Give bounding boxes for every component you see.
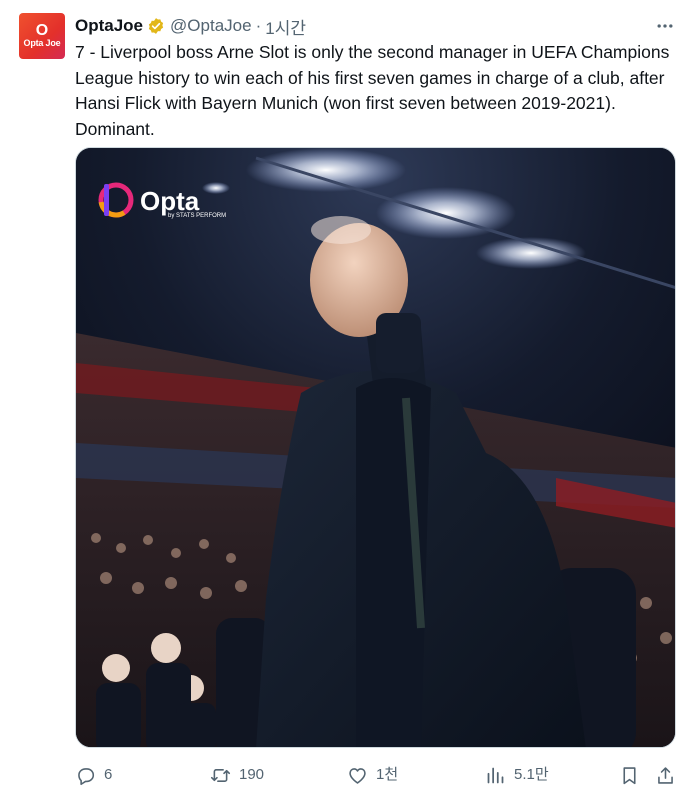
reply-button[interactable]: 6 — [75, 762, 112, 788]
opta-logo-text: Opta — [140, 186, 200, 216]
tweet-actions: 6 190 1천 5.1만 — [75, 762, 685, 788]
share-icon — [658, 766, 673, 784]
tweet-card[interactable]: O Opta Joe OptaJoe @OptaJoe · 1시간 7 - Li… — [0, 0, 696, 800]
bookmark-icon — [623, 766, 636, 784]
views-count: 5.1만 — [514, 766, 549, 783]
display-name[interactable]: OptaJoe — [75, 16, 143, 36]
share-button[interactable] — [655, 762, 684, 788]
views-button[interactable]: 5.1만 — [485, 762, 549, 788]
avatar-logo-letter: O — [35, 21, 49, 39]
views-chart-icon — [487, 767, 504, 783]
timestamp[interactable]: 1시간 — [265, 14, 306, 39]
avatar[interactable]: O Opta Joe — [19, 13, 65, 59]
retweet-button[interactable]: 190 — [210, 762, 264, 788]
avatar-logo-text: Opta Joe — [23, 37, 61, 48]
retweet-count: 190 — [239, 766, 265, 783]
heart-icon — [349, 767, 366, 784]
photo-scene: Opta by STATS PERFORM — [76, 148, 675, 747]
tweet-photo[interactable]: Opta by STATS PERFORM — [75, 147, 676, 748]
like-button[interactable]: 1천 — [347, 762, 398, 788]
reply-icon — [78, 767, 95, 785]
verified-badge-icon[interactable] — [147, 17, 165, 35]
tweet-header: OptaJoe @OptaJoe · 1시간 — [75, 14, 306, 39]
opta-logo-subtext: by STATS PERFORM — [168, 213, 226, 219]
tweet-text: 7 - Liverpool boss Arne Slot is only the… — [75, 42, 670, 139]
separator-dot: · — [255, 16, 262, 35]
retweet-icon — [210, 768, 231, 782]
like-count: 1천 — [376, 766, 399, 783]
bookmark-button[interactable] — [619, 762, 648, 788]
more-options-icon[interactable] — [653, 14, 677, 38]
reply-count: 6 — [104, 766, 113, 783]
handle[interactable]: @OptaJoe — [170, 16, 252, 36]
